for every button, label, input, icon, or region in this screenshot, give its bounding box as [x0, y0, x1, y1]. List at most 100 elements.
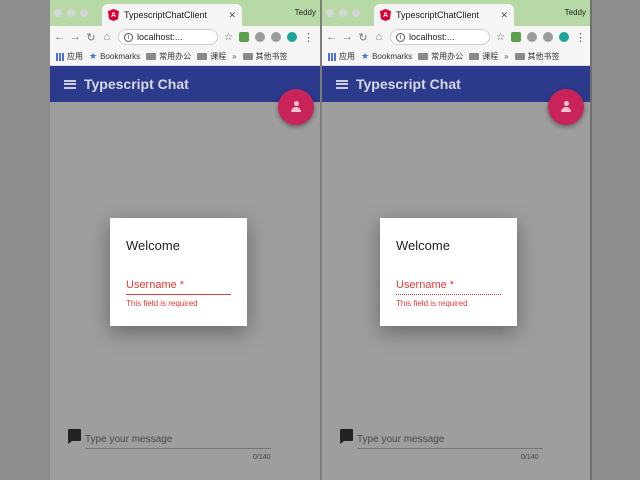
hamburger-menu-icon[interactable] [336, 79, 348, 89]
browser-window-left: A TypescriptChatClient ✕ Teddy ← → ↻ ⌂ i… [50, 0, 320, 480]
info-icon[interactable]: i [124, 32, 133, 42]
more-bookmarks-icon[interactable]: » [504, 52, 508, 61]
chat-icon [68, 429, 81, 444]
message-input[interactable] [357, 431, 543, 449]
maximize-window-button[interactable] [80, 9, 88, 17]
profile-name[interactable]: Teddy [565, 8, 586, 17]
app-header: Typescript Chat [50, 66, 320, 102]
tab-close-icon[interactable]: ✕ [500, 10, 508, 21]
person-icon [560, 101, 572, 113]
bookmark-bookmarks[interactable]: ★ Bookmarks [361, 51, 412, 62]
user-fab-button[interactable] [278, 89, 314, 125]
bookmark-folder-courses[interactable]: 课程 [197, 51, 226, 62]
home-icon[interactable]: ⌂ [374, 31, 384, 43]
extension-icon[interactable] [270, 32, 281, 42]
forward-icon[interactable]: → [342, 31, 353, 43]
reload-icon[interactable]: ↻ [358, 31, 368, 44]
desktop-background-left [0, 0, 50, 480]
person-icon [290, 101, 302, 113]
bookmark-label: 其他书签 [255, 52, 288, 61]
bookmark-label: 其他书签 [527, 52, 560, 61]
username-field[interactable]: Username * [126, 279, 231, 295]
extension-icon[interactable] [254, 32, 265, 42]
tab-title: TypescriptChatClient [396, 10, 480, 20]
folder-icon [197, 53, 208, 60]
bookmark-other[interactable]: 其他书签 [514, 51, 560, 62]
tab-close-icon[interactable]: ✕ [228, 10, 236, 21]
extension-icon[interactable] [526, 32, 537, 42]
bookmark-folder-office[interactable]: 常用办公 [146, 51, 191, 62]
folder-icon [418, 53, 429, 60]
bookmark-label: Bookmarks [372, 52, 413, 61]
message-bar [340, 428, 543, 454]
screen: A TypescriptChatClient ✕ Teddy ← → ↻ ⌂ i… [0, 0, 640, 480]
browser-menu-icon[interactable]: ⋮ [303, 31, 314, 44]
browser-window-right: A TypescriptChatClient ✕ Teddy ← → ↻ ⌂ i… [322, 0, 590, 480]
username-error: This field is required [126, 299, 198, 308]
chat-icon [340, 429, 353, 444]
folder-icon [146, 53, 157, 60]
browser-menu-icon[interactable]: ⋮ [575, 31, 586, 44]
app-title: Typescript Chat [84, 76, 189, 92]
extension-icon[interactable] [238, 32, 249, 42]
username-error: This field is required [396, 299, 468, 308]
bookmark-star-icon[interactable]: ☆ [224, 32, 233, 43]
login-dialog: Welcome Username * This field is require… [110, 218, 247, 326]
dialog-title: Welcome [396, 238, 450, 253]
more-bookmarks-icon[interactable]: » [232, 52, 236, 61]
url-text: localhost:... [409, 32, 455, 42]
bookmark-label: 常用办公 [159, 52, 192, 61]
bookmarks-bar: 应用 ★ Bookmarks 常用办公 课程 » 其他书签 [322, 48, 590, 66]
window-edge [590, 0, 592, 480]
close-window-button[interactable] [326, 9, 334, 17]
bookmark-other[interactable]: 其他书签 [242, 51, 288, 62]
address-bar[interactable]: i localhost:... [118, 29, 218, 45]
bookmark-star-icon[interactable]: ☆ [496, 32, 505, 43]
extension-icon[interactable] [286, 32, 297, 42]
extension-icon[interactable] [558, 32, 569, 42]
bookmark-apps[interactable]: 应用 [328, 51, 355, 62]
star-icon: ★ [89, 51, 98, 61]
tab-strip: A TypescriptChatClient ✕ Teddy [50, 0, 320, 26]
message-input[interactable] [85, 431, 271, 449]
hamburger-menu-icon[interactable] [64, 79, 76, 89]
angular-icon: A [380, 9, 391, 21]
bookmark-label: 课程 [482, 52, 499, 61]
close-window-button[interactable] [54, 9, 62, 17]
desktop-background-right [590, 0, 640, 480]
extension-icon[interactable] [542, 32, 553, 42]
home-icon[interactable]: ⌂ [102, 31, 112, 43]
bookmark-folder-office[interactable]: 常用办公 [418, 51, 463, 62]
character-counter: 0/140 [253, 454, 271, 461]
username-field[interactable]: Username * [396, 279, 501, 295]
login-dialog: Welcome Username * This field is require… [380, 218, 517, 326]
character-counter: 0/140 [521, 454, 539, 461]
minimize-window-button[interactable] [67, 9, 75, 17]
folder-icon [242, 53, 253, 60]
star-icon: ★ [361, 51, 370, 61]
angular-icon: A [108, 9, 119, 21]
browser-tab[interactable]: A TypescriptChatClient ✕ [102, 4, 242, 26]
bookmark-folder-courses[interactable]: 课程 [469, 51, 498, 62]
back-icon[interactable]: ← [326, 31, 337, 43]
info-icon[interactable]: i [396, 32, 405, 42]
bookmark-label: 应用 [67, 52, 83, 61]
bookmark-apps[interactable]: 应用 [56, 51, 83, 62]
profile-name[interactable]: Teddy [295, 8, 316, 17]
bookmark-label: Bookmarks [100, 52, 141, 61]
reload-icon[interactable]: ↻ [86, 31, 96, 44]
extension-icon[interactable] [510, 32, 521, 42]
forward-icon[interactable]: → [70, 31, 81, 43]
back-icon[interactable]: ← [54, 31, 65, 43]
tab-title: TypescriptChatClient [124, 10, 208, 20]
browser-tab[interactable]: A TypescriptChatClient ✕ [374, 4, 514, 26]
minimize-window-button[interactable] [339, 9, 347, 17]
app-title: Typescript Chat [356, 76, 461, 92]
bookmark-label: 课程 [210, 52, 227, 61]
maximize-window-button[interactable] [352, 9, 360, 17]
bookmark-bookmarks[interactable]: ★ Bookmarks [89, 51, 140, 62]
address-bar[interactable]: i localhost:... [390, 29, 490, 45]
user-fab-button[interactable] [548, 89, 584, 125]
url-text: localhost:... [137, 32, 183, 42]
apps-grid-icon [328, 52, 336, 61]
